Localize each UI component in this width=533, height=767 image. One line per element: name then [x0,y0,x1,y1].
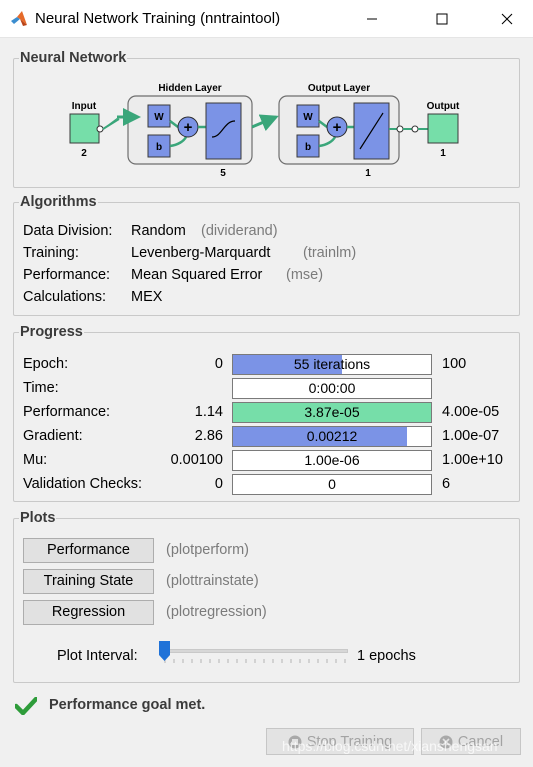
progress-start-value: 2.86 [194,428,223,444]
progress-panel: Progress Epoch: 0 55 iterations 100 Time: 0:0… [13,324,520,502]
svg-text:W: W [303,112,313,123]
regression-plot-button[interactable]: Regression [23,600,154,625]
progress-label: Performance: [23,404,111,420]
progress-bar: 0:00:00 [232,378,432,399]
progress-bar-text: 0.00212 [306,428,358,444]
progress-end-value: 6 [442,476,451,492]
hidden-layer-label: Hidden Layer [158,83,221,94]
plots-panel: Plots Performance (plotperform) Training… [13,510,520,683]
close-button[interactable] [484,0,530,38]
algorithms-panel: Algorithms Data Division: Random (divide… [13,194,520,316]
svg-text:b: b [305,142,311,153]
progress-label: Validation Checks: [23,476,143,492]
progress-label: Gradient: [23,428,83,444]
progress-end-value: 4.00e-05 [442,404,500,420]
close-icon [501,13,513,25]
watermark: https://blog.csdn.net/xianshengsan [282,738,498,754]
performance-plot-button[interactable]: Performance [23,538,154,563]
svg-text:b: b [156,142,162,153]
progress-end-value: 100 [442,356,467,372]
matlab-logo-icon [11,11,27,26]
progress-bar-text: 3.87e-05 [304,404,360,420]
training-state-plot-button[interactable]: Training State [23,569,154,594]
progress-start-value: 0 [214,356,223,372]
svg-text:+: + [333,119,342,136]
plot-function-label: (plotregression) [166,604,267,620]
maximize-button[interactable] [419,0,465,38]
progress-bar-text: 55 iterations [293,356,371,372]
progress-bar: 1.00e-06 [232,450,432,471]
output-layer-size: 1 [365,168,371,179]
output-box [427,113,459,144]
panel-title: Progress [19,324,84,340]
hidden-activation-box [205,102,242,160]
neural-network-panel: Neural Network Input 2 Hidden Layer W b … [13,50,520,188]
slider-ticks [164,659,346,663]
slider-thumb[interactable] [159,641,170,661]
progress-bar: 0 [232,474,432,495]
progress-bar-text: 0:00:00 [308,380,356,396]
panel-title: Algorithms [19,194,98,210]
progress-start-value: 1.14 [194,404,223,420]
progress-bar: 0.00212 [232,426,432,447]
title-bar: Neural Network Training (nntraintool) [0,0,533,38]
input-box [69,113,100,144]
plot-interval-slider[interactable] [157,641,350,669]
input-size: 2 [81,148,87,159]
minimize-icon [367,18,377,20]
progress-bar-text: 0 [328,476,336,492]
checkmark-icon [15,697,37,715]
plot-function-label: (plottrainstate) [166,573,259,589]
maximize-icon [436,13,448,25]
progress-start-value: 0 [214,476,223,492]
progress-bar: 3.87e-05 [232,402,432,423]
minimize-button[interactable] [349,0,395,38]
progress-end-value: 1.00e+10 [442,452,503,468]
input-label: Input [72,101,97,112]
network-diagram: Input 2 Hidden Layer W b + 5 Output Laye… [69,83,460,179]
output-label: Output [427,101,460,112]
progress-bar: 55 iterations [232,354,432,375]
progress-start-value: 0.00100 [170,452,223,468]
progress-label: Epoch: [23,356,69,372]
plot-interval-value: 1 epochs [357,648,416,664]
plot-function-label: (plotperform) [166,542,249,558]
plot-interval-label: Plot Interval: [57,648,138,664]
panel-title: Plots [19,510,57,526]
progress-label: Mu: [23,452,48,468]
output-layer-label: Output Layer [308,83,370,94]
progress-bar-text: 1.00e-06 [304,452,360,468]
progress-label: Time: [23,380,59,396]
svg-text:W: W [154,112,164,123]
output-size: 1 [440,148,446,159]
status-message: Performance goal met. [49,697,206,713]
window-title: Neural Network Training (nntraintool) [35,10,281,27]
progress-end-value: 1.00e-07 [442,428,500,444]
hidden-size: 5 [220,168,226,179]
svg-text:+: + [184,119,193,136]
